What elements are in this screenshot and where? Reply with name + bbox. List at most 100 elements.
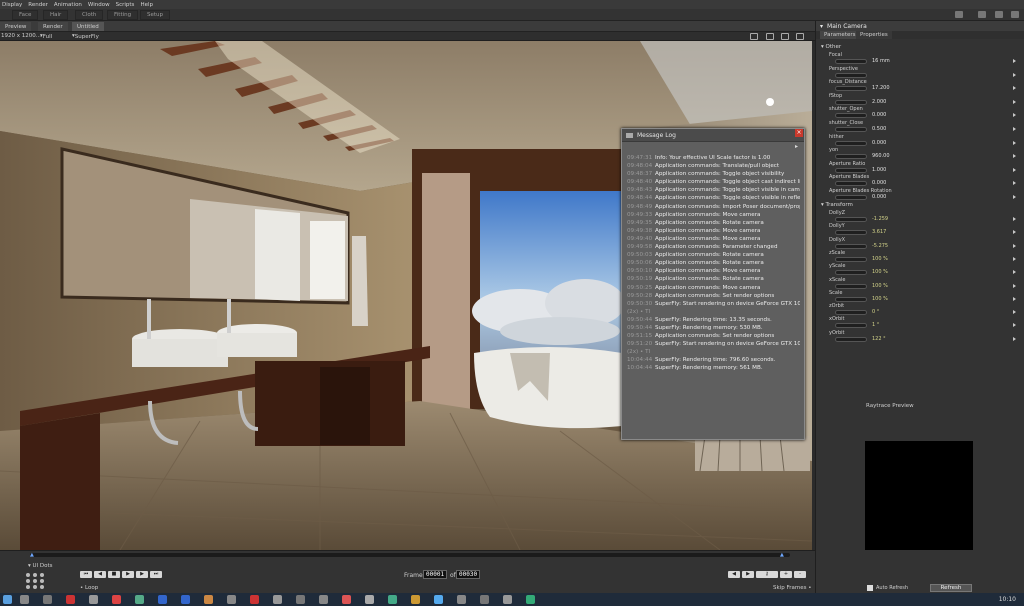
param-menu-arrow-icon[interactable]: [1013, 323, 1016, 328]
param-value[interactable]: 3.617: [872, 229, 886, 235]
param-value[interactable]: 960.00: [872, 153, 890, 159]
menu-animation[interactable]: Animation: [54, 2, 82, 8]
message-log-window[interactable]: Message Log × ▸ 09:47:31 Info: Your effec…: [621, 128, 805, 440]
tab-face[interactable]: Face: [12, 10, 39, 20]
param-dial[interactable]: [835, 217, 867, 222]
tab-render[interactable]: Render: [38, 22, 68, 31]
taskbar-app-icon[interactable]: [66, 595, 75, 604]
taskbar-app-icon[interactable]: [480, 595, 489, 604]
param-value[interactable]: 2.000: [872, 99, 886, 105]
param-dial[interactable]: [835, 336, 867, 342]
param-menu-arrow-icon[interactable]: [1013, 140, 1016, 145]
param-menu-arrow-icon[interactable]: [1013, 243, 1016, 248]
param-menu-arrow-icon[interactable]: [1013, 181, 1016, 186]
param-value[interactable]: 0.000: [872, 140, 886, 146]
param-value[interactable]: -1.259: [872, 216, 888, 222]
renderer-select[interactable]: ▾ SuperFly: [72, 33, 99, 40]
param-dial[interactable]: [835, 256, 867, 262]
param-dial[interactable]: [835, 167, 867, 173]
tab-setup[interactable]: Setup: [140, 10, 171, 20]
param-menu-arrow-icon[interactable]: [1013, 270, 1016, 275]
group-transform[interactable]: ▾ Transform: [821, 202, 853, 208]
close-icon[interactable]: [1011, 11, 1019, 18]
group-other[interactable]: ▾ Other: [821, 44, 841, 50]
prev-frame-button[interactable]: ◀: [94, 571, 106, 578]
tab-cloth[interactable]: Cloth: [75, 10, 104, 20]
skip-frames-toggle[interactable]: Skip Frames •: [773, 585, 811, 591]
param-value[interactable]: 100 %: [872, 296, 888, 302]
param-value[interactable]: 0.000: [872, 112, 886, 118]
param-menu-arrow-icon[interactable]: [1013, 72, 1016, 77]
param-value[interactable]: 122 °: [872, 336, 886, 342]
taskbar-app-icon[interactable]: [365, 595, 374, 604]
param-value[interactable]: -5.275: [872, 243, 888, 249]
param-menu-arrow-icon[interactable]: [1013, 86, 1016, 91]
menu-help[interactable]: Help: [140, 2, 153, 8]
param-dial[interactable]: [835, 113, 867, 119]
param-dial[interactable]: [835, 195, 867, 200]
taskbar-app-icon[interactable]: [503, 595, 512, 604]
tab-untitled[interactable]: Untitled: [72, 22, 104, 31]
end-marker-icon[interactable]: ▲: [780, 552, 784, 558]
taskbar-app-icon[interactable]: [296, 595, 305, 604]
param-dial[interactable]: [835, 72, 867, 78]
message-log-titlebar[interactable]: Message Log: [622, 129, 804, 142]
menu-display[interactable]: Display: [2, 2, 22, 8]
collapse-icon[interactable]: ▾: [820, 23, 823, 30]
stop-button[interactable]: ■: [108, 571, 120, 578]
taskbar-app-icon[interactable]: [227, 595, 236, 604]
prev-key-button[interactable]: ◀: [728, 571, 740, 578]
param-menu-arrow-icon[interactable]: [1013, 154, 1016, 159]
auto-refresh-checkbox[interactable]: [867, 585, 873, 591]
param-dial[interactable]: [835, 283, 867, 289]
taskbar-app-icon[interactable]: [434, 595, 443, 604]
layout-icon[interactable]: [978, 11, 986, 18]
param-value[interactable]: 0.000: [872, 180, 886, 186]
add-key-button[interactable]: +: [780, 571, 792, 578]
window-icon[interactable]: [995, 11, 1003, 18]
tab-parameters[interactable]: Parameters: [820, 31, 860, 39]
play-button[interactable]: ▶: [122, 571, 134, 578]
zoom-select[interactable]: ▾ Full: [40, 33, 52, 40]
param-value[interactable]: 100 %: [872, 283, 888, 289]
tab-properties[interactable]: Properties: [856, 31, 892, 39]
param-dial[interactable]: [835, 59, 867, 64]
taskbar-app-icon[interactable]: [342, 595, 351, 604]
param-menu-arrow-icon[interactable]: [1013, 230, 1016, 235]
param-dial[interactable]: [835, 243, 867, 249]
next-key-button[interactable]: ▶: [742, 571, 754, 578]
param-value[interactable]: 16 mm: [872, 58, 890, 64]
param-dial[interactable]: [835, 323, 867, 329]
hand-icon[interactable]: [796, 33, 804, 40]
param-menu-arrow-icon[interactable]: [1013, 336, 1016, 341]
taskbar-app-icon[interactable]: [135, 595, 144, 604]
param-menu-arrow-icon[interactable]: [1013, 127, 1016, 131]
taskbar-app-icon[interactable]: [388, 595, 397, 604]
refresh-button[interactable]: Refresh: [930, 584, 972, 592]
playhead-icon[interactable]: ▲: [30, 552, 34, 558]
param-value[interactable]: 1.000: [872, 167, 886, 173]
total-frames-field[interactable]: 00030: [456, 570, 481, 579]
param-value[interactable]: 100 %: [872, 256, 888, 262]
param-menu-arrow-icon[interactable]: [1013, 113, 1016, 118]
tab-fitting[interactable]: Fitting: [107, 10, 139, 20]
param-value[interactable]: 0.000: [872, 194, 886, 200]
param-dial[interactable]: [835, 154, 867, 160]
remove-key-button[interactable]: -: [794, 571, 806, 578]
ui-dots-grid[interactable]: [24, 571, 46, 591]
taskbar-app-icon[interactable]: [89, 595, 98, 604]
param-menu-arrow-icon[interactable]: [1013, 217, 1016, 221]
param-menu-arrow-icon[interactable]: [1013, 296, 1016, 301]
param-value[interactable]: 17.200: [872, 85, 890, 91]
taskbar-app-icon[interactable]: [158, 595, 167, 604]
param-value[interactable]: 1 °: [872, 322, 879, 328]
param-dial[interactable]: [835, 181, 867, 187]
snapshot-icon[interactable]: [766, 33, 774, 40]
taskbar-app-icon[interactable]: [526, 595, 535, 604]
next-frame-button[interactable]: ▶: [136, 571, 148, 578]
ui-dots-label[interactable]: ▾ UI Dots: [28, 563, 53, 569]
menu-scripts[interactable]: Scripts: [116, 2, 135, 8]
param-dial[interactable]: [835, 310, 867, 316]
first-frame-button[interactable]: ⏮: [80, 571, 92, 578]
param-menu-arrow-icon[interactable]: [1013, 195, 1016, 199]
